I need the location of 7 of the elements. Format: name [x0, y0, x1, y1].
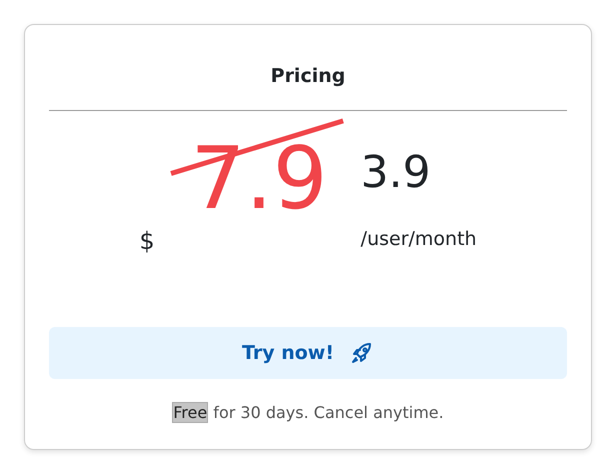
new-price: 3.9 — [360, 150, 431, 195]
trial-note: Free for 30 days. Cancel anytime. — [171, 400, 445, 425]
billing-period: /user/month — [360, 226, 477, 252]
currency-symbol: $ — [139, 226, 155, 257]
try-now-button[interactable]: Try now! — [49, 326, 567, 379]
old-price: 7.9 — [190, 136, 328, 222]
card-title: Pricing — [270, 64, 346, 88]
